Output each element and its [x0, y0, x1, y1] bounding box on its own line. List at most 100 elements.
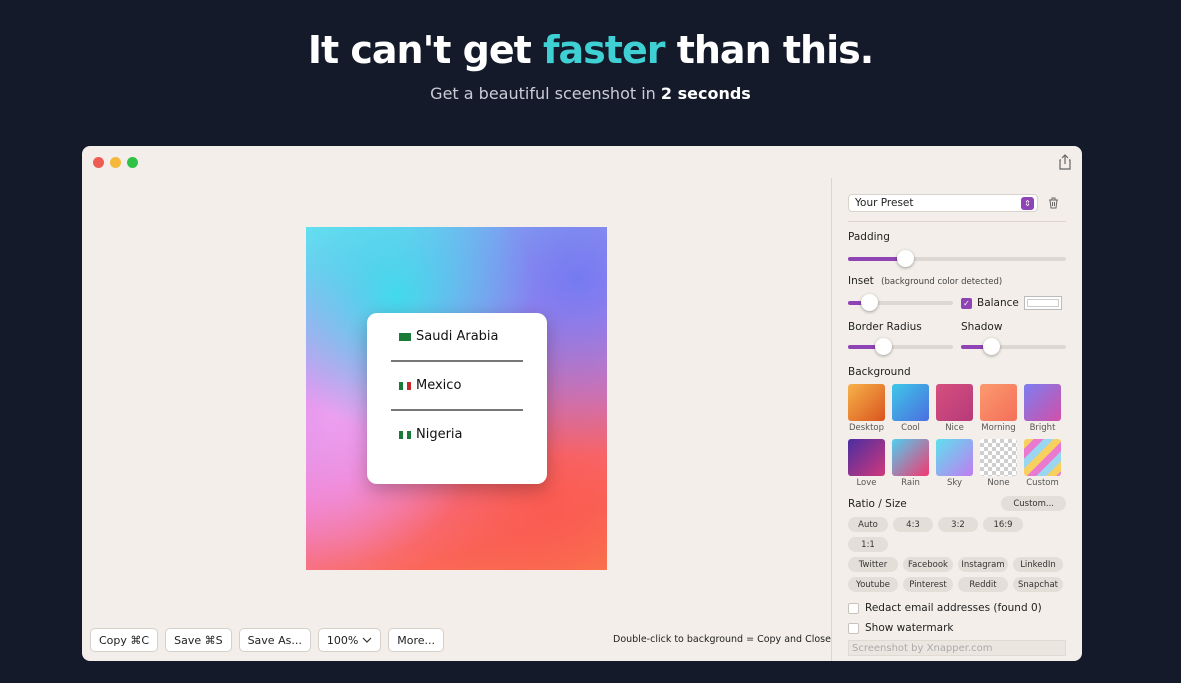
- redact-checkbox[interactable]: [848, 602, 859, 614]
- padding-slider[interactable]: [848, 250, 1066, 267]
- hero-title: It can't get faster than this.: [0, 28, 1181, 72]
- platform-chip-instagram[interactable]: Instagram: [958, 557, 1008, 572]
- country-name: Nigeria: [416, 427, 463, 442]
- custom-size-button[interactable]: Custom...: [1001, 496, 1066, 511]
- radius-shadow-labels: Border Radius Shadow: [848, 321, 1066, 333]
- ratio-chip-16-9[interactable]: 16:9: [983, 517, 1023, 532]
- chevron-down-icon: [362, 637, 372, 643]
- hero-subtitle: Get a beautiful sceenshot in 2 seconds: [0, 84, 1181, 103]
- window-controls: [93, 157, 138, 168]
- background-swatch[interactable]: [1024, 439, 1061, 476]
- ratio-chips: Auto 4:3 3:2 16:9 1:1: [848, 517, 1066, 552]
- background-swatch[interactable]: [936, 439, 973, 476]
- background-swatch[interactable]: [848, 439, 885, 476]
- watermark-input[interactable]: Screenshot by Xnapper.com: [848, 640, 1066, 656]
- background-option-label: Bright: [1029, 423, 1056, 433]
- platform-chips: Twitter Facebook Instagram LinkedIn Youtube P…: [848, 557, 1066, 592]
- minimize-window-button[interactable]: [110, 157, 121, 168]
- share-icon[interactable]: [1058, 154, 1072, 170]
- ratio-label: Ratio / Size: [848, 497, 907, 510]
- zoom-window-button[interactable]: [127, 157, 138, 168]
- background-swatch[interactable]: [980, 439, 1017, 476]
- background-option-none[interactable]: None: [980, 439, 1017, 488]
- watermark-checkbox[interactable]: [848, 622, 859, 634]
- background-option-custom[interactable]: Custom: [1024, 439, 1061, 488]
- background-option-bright[interactable]: Bright: [1024, 384, 1061, 433]
- background-option-label: Desktop: [848, 423, 885, 433]
- background-option-morning[interactable]: Morning: [980, 384, 1017, 433]
- ratio-header: Ratio / Size Custom...: [848, 496, 1066, 511]
- preset-select[interactable]: Your Preset ⇕: [848, 194, 1038, 212]
- background-option-sky[interactable]: Sky: [936, 439, 973, 488]
- background-option-nice[interactable]: Nice: [936, 384, 973, 433]
- background-swatch[interactable]: [980, 384, 1017, 421]
- balance-color-well[interactable]: [1023, 296, 1062, 310]
- save-as-button[interactable]: Save As...: [238, 628, 311, 652]
- ratio-chip-4-3[interactable]: 4:3: [893, 517, 933, 532]
- border-radius-slider[interactable]: [848, 338, 953, 355]
- preset-value: Your Preset: [855, 197, 914, 209]
- ratio-chip-3-2[interactable]: 3:2: [938, 517, 978, 532]
- save-button[interactable]: Save ⌘S: [165, 628, 232, 652]
- slider-knob[interactable]: [861, 294, 878, 311]
- app-window: Saudi Arabia Mexico Nigeria Copy ⌘C Save…: [82, 146, 1082, 661]
- slider-knob[interactable]: [983, 338, 1001, 355]
- balance-checkbox[interactable]: ✓: [961, 297, 972, 309]
- radius-shadow-sliders: [848, 338, 1066, 355]
- trash-icon[interactable]: [1048, 197, 1059, 209]
- border-radius-label: Border Radius: [848, 321, 922, 333]
- inset-header: Inset (background color detected): [848, 275, 1066, 287]
- panel-divider: [831, 178, 832, 661]
- ratio-chip-1-1[interactable]: 1:1: [848, 537, 888, 552]
- hero-title-end: than this.: [664, 28, 874, 72]
- slider-knob[interactable]: [896, 250, 914, 267]
- shadow-label: Shadow: [961, 321, 1003, 333]
- padding-label: Padding: [848, 231, 890, 243]
- platform-chip-snapchat[interactable]: Snapchat: [1013, 577, 1063, 592]
- background-option-label: Morning: [981, 423, 1016, 433]
- more-button[interactable]: More...: [388, 628, 445, 652]
- inset-slider[interactable]: [848, 294, 953, 311]
- hero-title-accent: faster: [543, 28, 665, 72]
- background-option-rain[interactable]: Rain: [892, 439, 929, 488]
- redact-label: Redact email addresses (found 0): [865, 602, 1042, 614]
- platform-chip-linkedin[interactable]: LinkedIn: [1013, 557, 1063, 572]
- platform-chip-youtube[interactable]: Youtube: [848, 577, 898, 592]
- settings-panel: Your Preset ⇕ Padding Inset (background …: [848, 194, 1066, 656]
- platform-chip-pinterest[interactable]: Pinterest: [903, 577, 953, 592]
- zoom-select[interactable]: 100%: [317, 628, 382, 652]
- background-grid: Desktop Cool Nice Morning Bright Love Rain Sky N…: [848, 384, 1066, 488]
- slider-knob[interactable]: [874, 338, 892, 355]
- background-swatch[interactable]: [892, 384, 929, 421]
- background-swatch[interactable]: [892, 439, 929, 476]
- screenshot-preview[interactable]: Saudi Arabia Mexico Nigeria: [306, 227, 607, 570]
- hero-title-start: It can't get: [307, 28, 543, 72]
- background-option-label: Custom: [1026, 478, 1059, 488]
- background-option-desktop[interactable]: Desktop: [848, 384, 885, 433]
- watermark-label: Show watermark: [865, 622, 954, 634]
- zoom-value: 100%: [326, 633, 359, 647]
- background-option-label: Love: [856, 478, 877, 488]
- watermark-row: Show watermark: [848, 622, 1066, 634]
- platform-chip-reddit[interactable]: Reddit: [958, 577, 1008, 592]
- background-option-love[interactable]: Love: [848, 439, 885, 488]
- hint-text: Double-click to background = Copy and Cl…: [613, 634, 831, 645]
- shadow-slider[interactable]: [961, 338, 1066, 355]
- background-swatch[interactable]: [848, 384, 885, 421]
- platform-chip-twitter[interactable]: Twitter: [848, 557, 898, 572]
- panel-separator: [848, 221, 1066, 222]
- background-swatch[interactable]: [936, 384, 973, 421]
- copy-button[interactable]: Copy ⌘C: [90, 628, 159, 652]
- background-label: Background: [848, 366, 911, 378]
- close-window-button[interactable]: [93, 157, 104, 168]
- list-item: Mexico: [391, 362, 523, 409]
- ratio-chip-auto[interactable]: Auto: [848, 517, 888, 532]
- chevron-updown-icon: ⇕: [1021, 196, 1034, 210]
- inset-label: Inset: [848, 275, 874, 287]
- mexico-flag-icon: [399, 381, 411, 390]
- background-option-cool[interactable]: Cool: [892, 384, 929, 433]
- background-swatch[interactable]: [1024, 384, 1061, 421]
- platform-chip-facebook[interactable]: Facebook: [903, 557, 953, 572]
- hero-subtitle-bold: 2 seconds: [660, 84, 751, 103]
- country-name: Saudi Arabia: [416, 329, 499, 344]
